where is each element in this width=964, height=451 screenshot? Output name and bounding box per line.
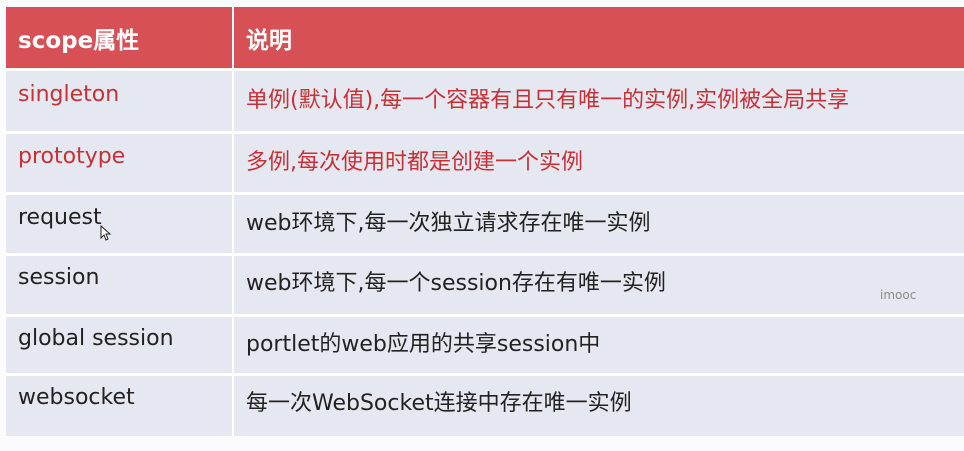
description-cell: 每一次WebSocket连接中存在唯一实例 [234,376,964,436]
scope-table: scope属性 说明 singleton 单例(默认值),每一个容器有且只有唯一… [6,7,964,436]
slide: scope属性 说明 singleton 单例(默认值),每一个容器有且只有唯一… [0,0,964,451]
scope-cell: websocket [6,376,234,436]
description-cell: portlet的web应用的共享session中 [234,317,964,376]
mouse-cursor-icon [100,225,112,241]
description-cell: 单例(默认值),每一个容器有且只有唯一的实例,实例被全局共享 [234,71,964,134]
header-scope: scope属性 [6,7,234,71]
table-row: global session portlet的web应用的共享session中 [6,317,964,376]
scope-cell: request [6,195,234,256]
scope-cell: singleton [6,71,234,134]
table-row: prototype 多例,每次使用时都是创建一个实例 [6,134,964,195]
watermark: imooc [880,288,917,302]
table-row: singleton 单例(默认值),每一个容器有且只有唯一的实例,实例被全局共享 [6,71,964,134]
description-cell: web环境下,每一个session存在有唯一实例 [234,256,964,317]
table-row: session web环境下,每一个session存在有唯一实例 [6,256,964,317]
table-row: websocket 每一次WebSocket连接中存在唯一实例 [6,376,964,436]
header-row: scope属性 说明 [6,7,964,71]
scope-cell: session [6,256,234,317]
scope-cell: global session [6,317,234,376]
table-row: request web环境下,每一次独立请求存在唯一实例 [6,195,964,256]
description-cell: web环境下,每一次独立请求存在唯一实例 [234,195,964,256]
description-cell: 多例,每次使用时都是创建一个实例 [234,134,964,195]
scope-cell: prototype [6,134,234,195]
header-description: 说明 [234,7,964,71]
